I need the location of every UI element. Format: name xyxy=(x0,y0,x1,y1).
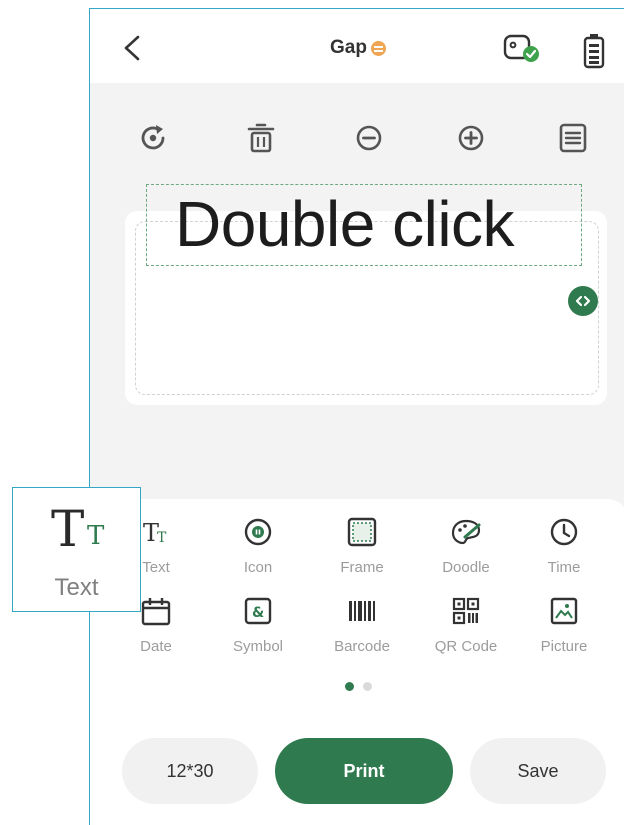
save-button[interactable]: Save xyxy=(470,738,606,804)
qr-code-icon xyxy=(452,597,480,625)
text-element[interactable]: Double click xyxy=(146,184,582,266)
element-label: QR Code xyxy=(434,638,498,655)
page-dot[interactable] xyxy=(363,682,372,691)
phone-screen: Gap Double click T T Text Icon Frame Doo… xyxy=(89,8,624,825)
element-doodle[interactable]: Doodle xyxy=(416,515,516,576)
element-symbol[interactable]: & Symbol xyxy=(208,594,308,655)
text-icon: T T xyxy=(143,519,167,547)
label-size-button[interactable]: 12*30 xyxy=(122,738,258,804)
callout-big-glyph: T xyxy=(51,500,85,558)
calendar-icon xyxy=(141,598,171,626)
barcode-icon xyxy=(349,601,375,621)
element-barcode[interactable]: Barcode xyxy=(312,594,412,655)
element-label: Doodle xyxy=(442,559,490,576)
element-qr-code[interactable]: QR Code xyxy=(416,594,516,655)
trash-icon[interactable] xyxy=(244,121,278,155)
back-chevron-icon[interactable] xyxy=(118,31,148,65)
element-time[interactable]: Time xyxy=(514,515,614,576)
page-title: Gap xyxy=(330,37,367,58)
app-header: Gap xyxy=(90,9,624,83)
rotate-icon[interactable] xyxy=(136,121,170,155)
title-group[interactable]: Gap xyxy=(330,37,386,59)
page-dot-active[interactable] xyxy=(345,682,354,691)
print-button[interactable]: Print xyxy=(275,738,453,804)
element-label: Frame xyxy=(340,559,384,576)
symbol-icon: & xyxy=(244,597,272,625)
element-label: Date xyxy=(140,638,172,655)
zoom-in-icon[interactable] xyxy=(454,121,488,155)
align-icon[interactable] xyxy=(556,121,590,155)
element-label: Time xyxy=(547,559,581,576)
element-picture[interactable]: Picture xyxy=(514,594,614,655)
zoom-out-icon[interactable] xyxy=(352,121,386,155)
icon-icon xyxy=(244,518,272,546)
battery-icon xyxy=(583,34,605,69)
callout-caption: Text xyxy=(54,574,99,601)
doodle-icon xyxy=(451,519,481,545)
element-label: Symbol xyxy=(232,638,284,655)
picture-icon xyxy=(550,597,578,625)
element-label: Picture xyxy=(540,638,588,655)
text-element-content: Double click xyxy=(175,188,515,260)
svg-text:T: T xyxy=(157,530,167,546)
clock-icon xyxy=(550,518,578,546)
element-label: Icon xyxy=(243,559,273,576)
printer-connected-icon[interactable] xyxy=(503,33,541,65)
resize-handle-icon[interactable] xyxy=(568,286,598,316)
editor-canvas xyxy=(90,83,624,513)
svg-text:&: & xyxy=(252,605,264,621)
frame-icon xyxy=(347,517,377,547)
element-label: Barcode xyxy=(334,638,390,655)
gap-mode-icon xyxy=(370,40,386,56)
element-frame[interactable]: Frame xyxy=(312,515,412,576)
text-zoom-callout: T T Text xyxy=(12,487,141,612)
page-indicator xyxy=(345,682,372,691)
callout-small-glyph: T xyxy=(87,521,105,551)
element-icon[interactable]: Icon xyxy=(208,515,308,576)
